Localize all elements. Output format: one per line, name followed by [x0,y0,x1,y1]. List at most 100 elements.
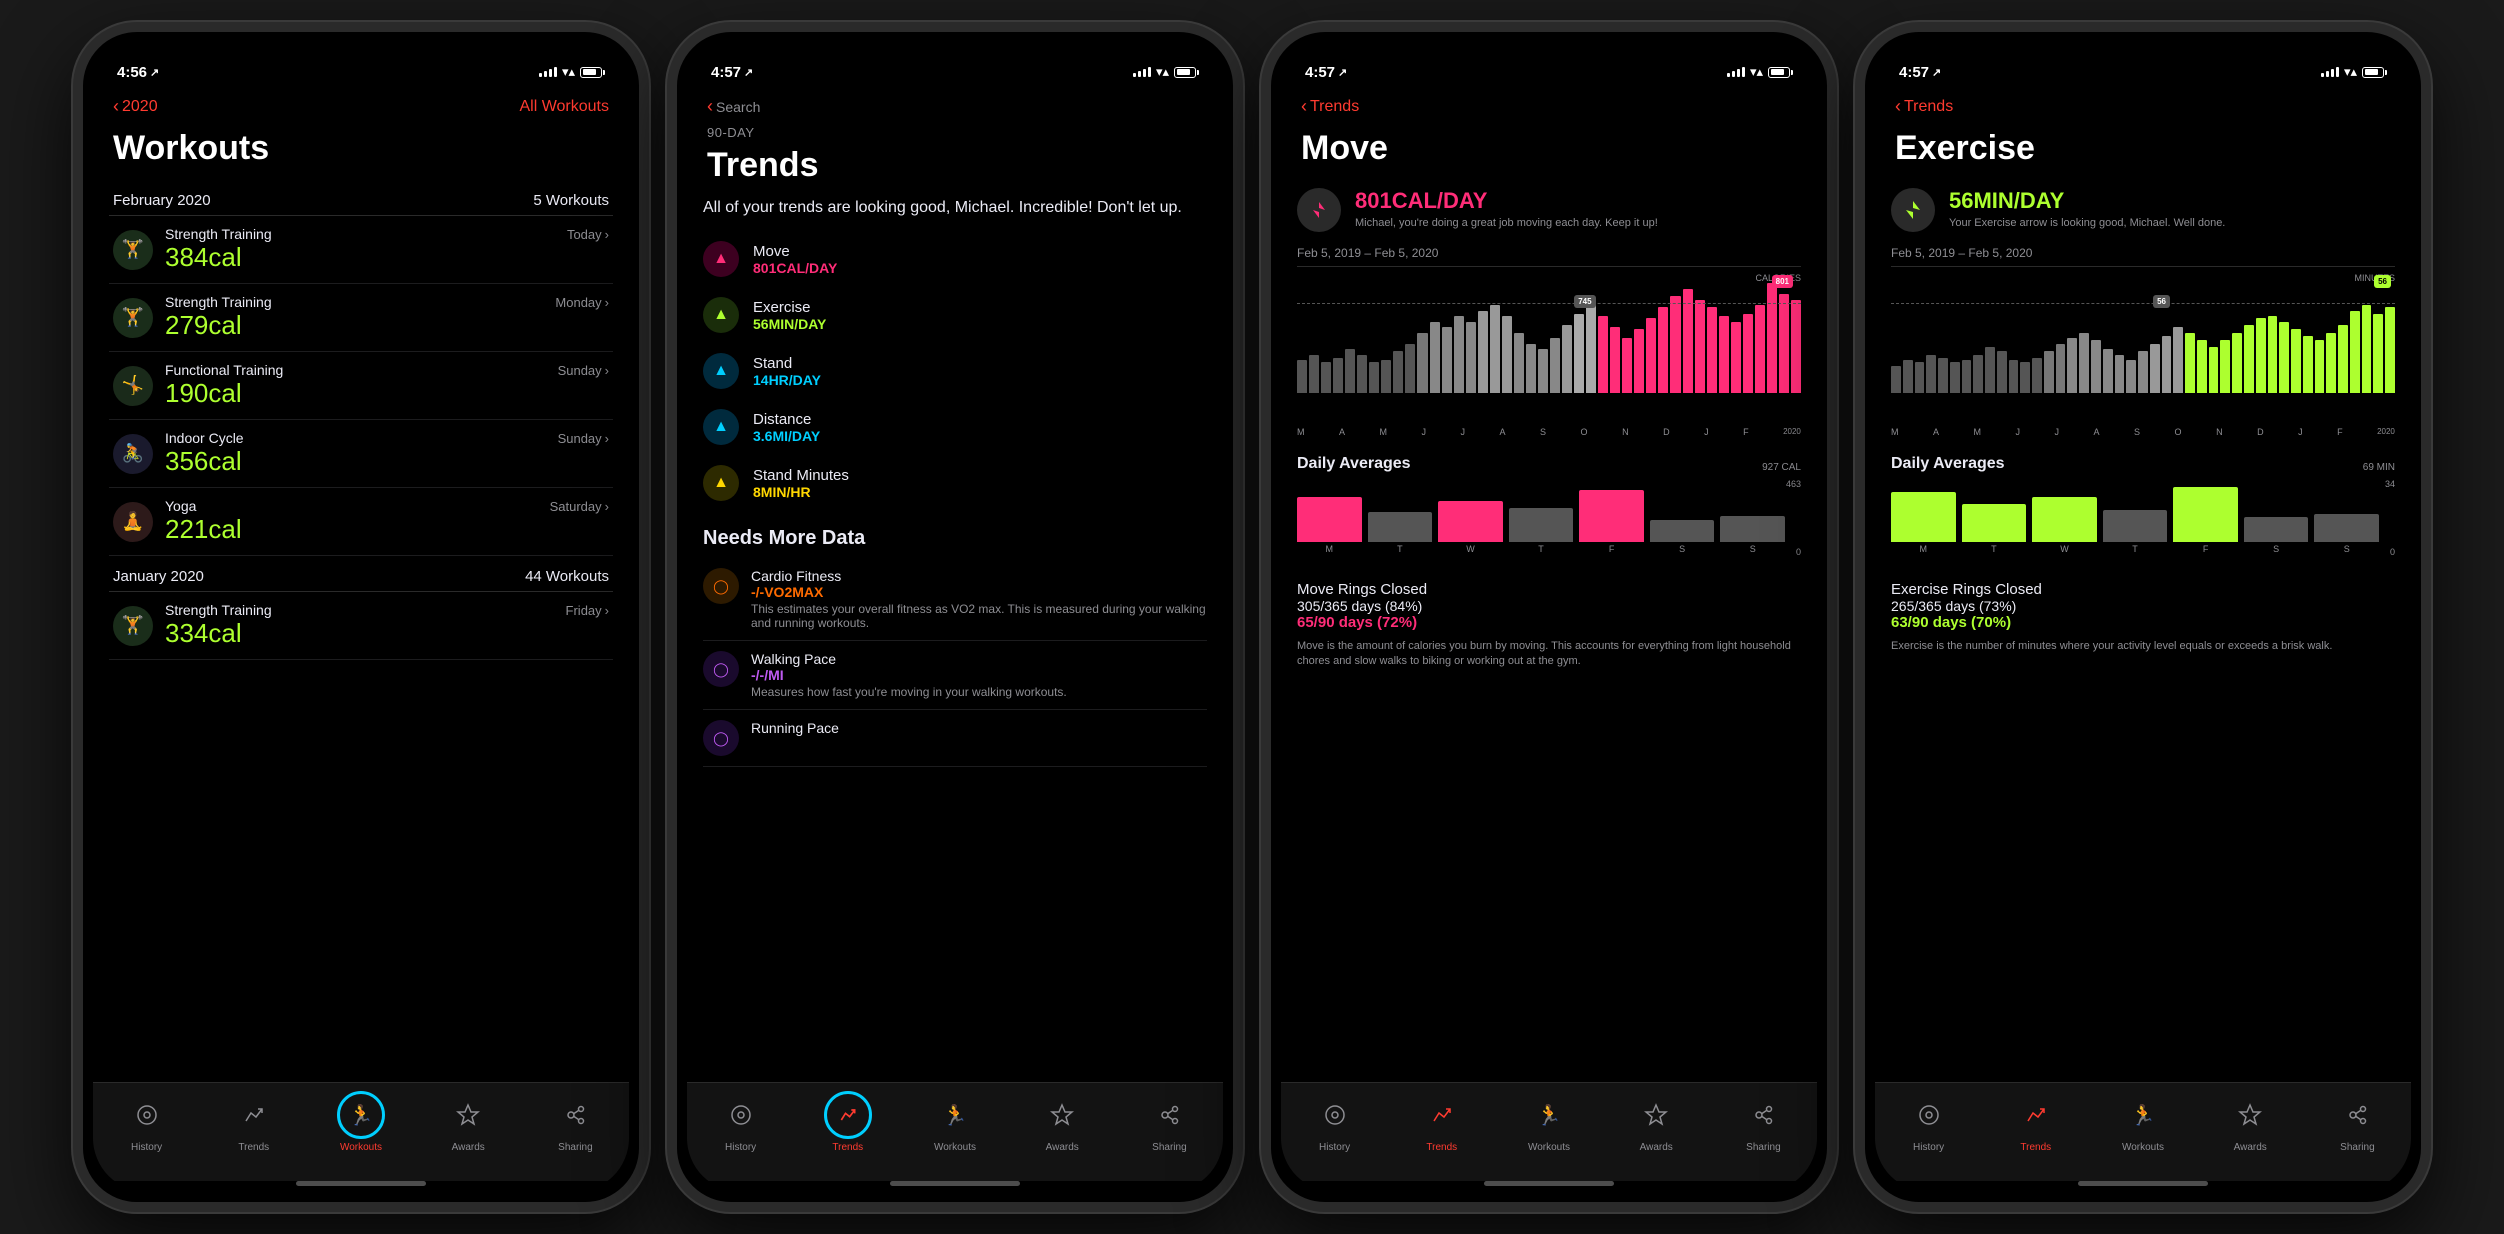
signal-icon [539,67,557,77]
stand-min-arrow-icon: ▲ [703,465,739,501]
month-m2-4: M [1974,427,1982,437]
status-time-4: 4:57 ↗ [1899,64,1941,81]
tab-bar-4: History Trends 🏃 Workouts [1875,1082,2411,1181]
exercise-content[interactable]: 56MIN/DAY Your Exercise arrow is looking… [1875,180,2411,1082]
tab-workouts-1[interactable]: 🏃 Workouts [307,1091,414,1153]
rings-closed-4: Exercise Rings Closed 265/365 days (73%)… [1891,581,2395,654]
trend-distance[interactable]: ▲ Distance 3.6MI/DAY [703,399,1207,455]
month-n-3: N [1622,427,1629,437]
section-title-feb: February 2020 [113,192,211,209]
workout-day-6: Friday › [566,603,609,618]
workout-name-4: Indoor Cycle [165,430,244,446]
tab-sharing-4[interactable]: Sharing [2304,1091,2411,1153]
battery-icon-3 [1768,67,1793,78]
tab-workouts-3[interactable]: 🏃 Workouts [1495,1091,1602,1153]
daily-avg-right-3: 927 CAL [1762,462,1801,473]
history-icon-3 [1311,1091,1359,1139]
week-t2-4: T [2103,510,2168,554]
nav-back-1[interactable]: ‹ 2020 [113,96,158,117]
workout-day-3: Sunday › [558,363,609,378]
power-button [639,312,643,402]
tab-trends-3[interactable]: Trends [1388,1091,1495,1153]
trend-exercise-info: Exercise 56MIN/DAY [753,299,1207,332]
mute-button-4 [1861,232,1865,272]
tab-workouts-2[interactable]: 🏃 Workouts [901,1091,1008,1153]
tab-awards-2[interactable]: Awards [1009,1091,1116,1153]
workout-item-2[interactable]: 🏋 Strength Training Monday › 279cal [109,284,613,352]
needs-cardio-info: Cardio Fitness -/-VO2MAX This estimates … [751,568,1207,630]
needs-running[interactable]: ◯ Running Pace [703,710,1207,767]
tab-label-awards-3: Awards [1640,1142,1673,1153]
workout-cal-1: 384cal [165,242,609,273]
wifi-icon-3: ▾▴ [1750,64,1763,80]
workout-day-2: Monday › [555,295,609,310]
trend-move[interactable]: ▲ Move 801CAL/DAY [703,231,1207,287]
tab-awards-4[interactable]: Awards [2197,1091,2304,1153]
tab-label-history-2: History [725,1142,756,1153]
move-arrow-icon: ▲ [703,241,739,277]
nav-bar-2: ‹ Search [687,92,1223,125]
workout-item-6[interactable]: 🏋 Strength Training Friday › 334cal [109,592,613,660]
chevron-icon: › [605,227,609,242]
trend-exercise[interactable]: ▲ Exercise 56MIN/DAY [703,287,1207,343]
tab-sharing-2[interactable]: Sharing [1116,1091,1223,1153]
chart-bars-3 [1297,273,1801,393]
daily-averages-3: Daily Averages 927 CAL 463 0 M [1297,455,1801,569]
power-button-2 [1233,312,1237,402]
tab-awards-1[interactable]: Awards [415,1091,522,1153]
week-s2-3: S [1720,516,1785,554]
nav-back-4[interactable]: ‹ Trends [1895,96,1953,117]
tab-trends-1[interactable]: Trends [200,1091,307,1153]
phone-3: 4:57 ↗ ▾▴ [1261,22,1837,1212]
signal-bar-4 [554,67,557,77]
rings-closed-3: Move Rings Closed 305/365 days (84%) 65/… [1297,581,1801,670]
tab-workouts-4[interactable]: 🏃 Workouts [2089,1091,2196,1153]
tab-trends-4[interactable]: Trends [1982,1091,2089,1153]
month-m-3: M [1297,427,1305,437]
status-time-1: 4:56 ↗ [117,64,159,81]
needs-cardio-value: -/-VO2MAX [751,584,1207,600]
trend-stand-min[interactable]: ▲ Stand Minutes 8MIN/HR [703,455,1207,511]
trend-exercise-value: 56MIN/DAY [753,316,1207,332]
phone-4: 4:57 ↗ ▾▴ [1855,22,2431,1212]
mute-button-3 [1267,232,1271,272]
nav-search-2[interactable]: ‹ Search [707,96,760,117]
page-title-2: Trends [687,146,1223,197]
workout-item-4[interactable]: 🚴 Indoor Cycle Sunday › 356cal [109,420,613,488]
tab-trends-2[interactable]: Trends [794,1091,901,1153]
needs-walking[interactable]: ◯ Walking Pace -/-/MI Measures how fast … [703,641,1207,710]
page-subtitle-2: 90-DAY [687,125,1223,146]
home-indicator-4 [2078,1181,2208,1186]
chart-months-4: M A M J J A S O N D J F 2020 [1891,427,2395,437]
workout-cal-2: 279cal [165,310,609,341]
tab-history-1[interactable]: History [93,1091,200,1153]
avg-mid-4: 34 [2385,479,2395,489]
move-chart: CALORIES [1297,273,1801,423]
daily-avg-right-4: 69 MIN [2363,462,2395,473]
battery-icon-2 [1174,67,1199,78]
workout-list[interactable]: February 2020 5 Workouts 🏋 Strength Trai… [93,180,629,1082]
signal-icon-3 [1727,67,1745,77]
tab-history-3[interactable]: History [1281,1091,1388,1153]
nav-back-3[interactable]: ‹ Trends [1301,96,1359,117]
tab-awards-3[interactable]: Awards [1603,1091,1710,1153]
workout-item-3[interactable]: 🤸 Functional Training Sunday › 190cal [109,352,613,420]
tab-sharing-1[interactable]: Sharing [522,1091,629,1153]
volume-down-button-3 [1267,372,1271,432]
tab-history-2[interactable]: History [687,1091,794,1153]
workout-info-4: Indoor Cycle Sunday › 356cal [165,430,609,477]
trend-distance-value: 3.6MI/DAY [753,428,1207,444]
workout-item-5[interactable]: 🧘 Yoga Saturday › 221cal [109,488,613,556]
trend-stand[interactable]: ▲ Stand 14HR/DAY [703,343,1207,399]
workouts-icon-4: 🏃 [2119,1091,2167,1139]
trends-content[interactable]: All of your trends are looking good, Mic… [687,197,1223,1082]
tab-history-4[interactable]: History [1875,1091,1982,1153]
sharing-icon-4 [2333,1091,2381,1139]
workout-item-1[interactable]: 🏋 Strength Training Today › 384cal [109,216,613,284]
nav-action-1[interactable]: All Workouts [519,98,609,116]
tab-sharing-3[interactable]: Sharing [1710,1091,1817,1153]
needs-cardio[interactable]: ◯ Cardio Fitness -/-VO2MAX This estimate… [703,558,1207,641]
notch-3 [1469,42,1629,70]
badge-56-2: 56 [2374,275,2391,288]
move-content[interactable]: 801CAL/DAY Michael, you're doing a great… [1281,180,1817,1082]
